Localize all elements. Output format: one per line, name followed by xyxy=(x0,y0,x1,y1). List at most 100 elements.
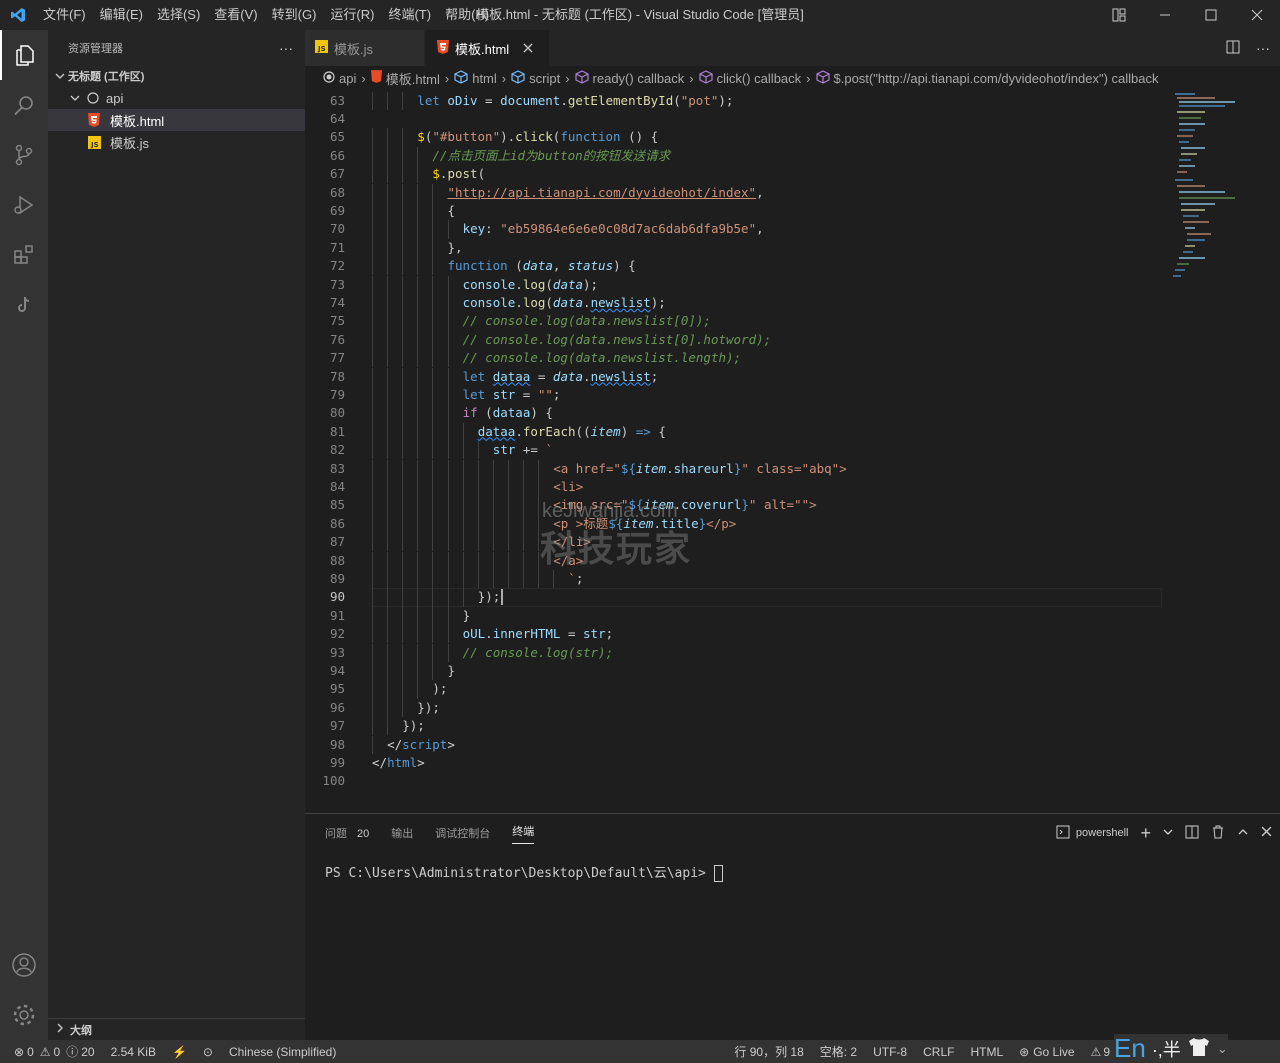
tiktok-icon[interactable] xyxy=(0,280,48,330)
code-line[interactable]: 91} xyxy=(305,607,1165,625)
account-icon[interactable] xyxy=(0,940,48,990)
add-terminal-icon[interactable]: + xyxy=(1140,823,1151,844)
ime-indicator[interactable]: En ·,半 ⌄ xyxy=(1114,1034,1228,1063)
trash-icon[interactable] xyxy=(1211,825,1225,842)
menu-go[interactable]: 转到(G) xyxy=(265,0,324,30)
code-line[interactable]: 77 // console.log(data.newslist.length); xyxy=(305,349,1165,367)
menu-terminal[interactable]: 终端(T) xyxy=(381,0,438,30)
code-line[interactable]: 83 <a href="${item.shareurl}" class="abq"… xyxy=(305,460,1165,478)
code-line[interactable]: 80 if (dataa) { xyxy=(305,404,1165,422)
menu-view[interactable]: 查看(V) xyxy=(207,0,264,30)
outline-section[interactable]: 大纲 xyxy=(48,1018,305,1040)
more-actions-icon[interactable]: ··· xyxy=(279,40,293,56)
code-line[interactable]: 65 $("#button").click(function () { xyxy=(305,128,1165,146)
search-icon[interactable] xyxy=(0,80,48,130)
code-editor[interactable]: 63 let oDiv = document.getElementById("po… xyxy=(305,90,1280,813)
close-window-icon[interactable] xyxy=(1234,0,1280,30)
terminal-name[interactable]: powershell xyxy=(1076,827,1129,839)
layout-toggle-icon[interactable] xyxy=(1096,0,1142,30)
go-live-button[interactable]: ⊛ Go Live xyxy=(1011,1045,1082,1059)
code-line[interactable]: 98 </script> xyxy=(305,736,1165,754)
close-panel-icon[interactable] xyxy=(1261,826,1272,840)
code-line[interactable]: 72 function (data, status) { xyxy=(305,257,1165,275)
extensions-icon[interactable] xyxy=(0,230,48,280)
code-line[interactable]: 96}); xyxy=(305,699,1165,717)
tab-html[interactable]: 模板.html xyxy=(425,30,550,66)
code-line[interactable]: 68 "http://api.tianapi.com/dyvideohot/ind… xyxy=(305,184,1165,202)
code-line[interactable]: 89 `; xyxy=(305,570,1165,588)
indentation[interactable]: 空格: 2 xyxy=(812,1043,865,1060)
run-debug-icon[interactable] xyxy=(0,180,48,230)
code-line[interactable]: 70 key: "eb59864e6e6e0c08d7ac6dab6dfa9b5e… xyxy=(305,220,1165,238)
code-line[interactable]: 95); xyxy=(305,680,1165,698)
tab-debug-console[interactable]: 调试控制台 xyxy=(435,825,490,841)
menu-run[interactable]: 运行(R) xyxy=(323,0,381,30)
code-line[interactable]: 66 //点击页面上id为button的按钮发送请求 xyxy=(305,147,1165,165)
menu-help[interactable]: 帮助(H) xyxy=(438,0,496,30)
broadcast-icon[interactable]: ⊙ xyxy=(195,1045,221,1059)
file-item-html[interactable]: 模板.html xyxy=(48,109,305,131)
code-line[interactable]: 92 oUL.innerHTML = str; xyxy=(305,625,1165,643)
breadcrumb-item[interactable]: api xyxy=(323,71,356,86)
file-item-js[interactable]: JS 模板.js xyxy=(48,131,305,153)
tab-js[interactable]: JS 模板.js xyxy=(305,30,425,66)
code-line[interactable]: 85 <img src="${item.coverurl}" alt=""> xyxy=(305,496,1165,514)
line-ending[interactable]: CRLF xyxy=(915,1045,962,1059)
code-line[interactable]: 79 let str = ""; xyxy=(305,386,1165,404)
code-line[interactable]: 86 <p >标题${item.title}</p> xyxy=(305,515,1165,533)
language-pack[interactable]: Chinese (Simplified) xyxy=(221,1045,344,1059)
code-line[interactable]: 99 </html> xyxy=(305,754,1165,772)
problems-status[interactable]: ⊗ 0 ⚠ 0 ⓘ 20 xyxy=(0,1043,103,1060)
code-line[interactable]: 71}, xyxy=(305,239,1165,257)
code-line[interactable]: 93 // console.log(str); xyxy=(305,644,1165,662)
cursor-position[interactable]: 行 90，列 18 xyxy=(726,1043,811,1060)
code-line[interactable]: 82 str += ` xyxy=(305,441,1165,459)
code-line[interactable]: 81 dataa.forEach((item) => { xyxy=(305,423,1165,441)
code-line[interactable]: 73 console.log(data); xyxy=(305,276,1165,294)
code-line[interactable]: 76 // console.log(data.newslist[0].hotwor… xyxy=(305,331,1165,349)
minimap[interactable] xyxy=(1165,90,1280,290)
code-line[interactable]: 90}); xyxy=(305,588,1165,606)
tab-terminal[interactable]: 终端 xyxy=(512,823,535,844)
breadcrumb-item[interactable]: $.post("http://api.tianapi.com/dyvideoho… xyxy=(815,69,1159,87)
maximize-icon[interactable] xyxy=(1188,0,1234,30)
code-line[interactable]: 88 </a> xyxy=(305,552,1165,570)
settings-gear-icon[interactable] xyxy=(0,990,48,1040)
code-line[interactable]: 69 { xyxy=(305,202,1165,220)
code-line[interactable]: 97}); xyxy=(305,717,1165,735)
tab-problems[interactable]: 问题 20 xyxy=(325,825,369,841)
code-line[interactable]: 63 let oDiv = document.getElementById("po… xyxy=(305,92,1165,110)
menu-selection[interactable]: 选择(S) xyxy=(150,0,207,30)
source-control-icon[interactable] xyxy=(0,130,48,180)
code-line[interactable]: 94} xyxy=(305,662,1165,680)
code-line[interactable]: 100 xyxy=(305,772,1165,790)
code-line[interactable]: 67 $.post( xyxy=(305,165,1165,183)
breadcrumb-item[interactable]: script xyxy=(511,69,560,87)
language-mode[interactable]: HTML xyxy=(962,1045,1011,1059)
split-terminal-icon[interactable] xyxy=(1185,825,1199,842)
code-line[interactable]: 64 xyxy=(305,110,1165,128)
encoding[interactable]: UTF-8 xyxy=(865,1045,915,1059)
chevron-down-icon[interactable] xyxy=(1163,827,1173,840)
menu-edit[interactable]: 编辑(E) xyxy=(93,0,150,30)
terminal-output[interactable]: PS C:\Users\Administrator\Desktop\Defaul… xyxy=(325,862,723,882)
minimize-icon[interactable] xyxy=(1142,0,1188,30)
code-line[interactable]: 75 // console.log(data.newslist[0]); xyxy=(305,312,1165,330)
breadcrumb-item[interactable]: 模板.html xyxy=(370,69,440,88)
breadcrumb-item[interactable]: click() callback xyxy=(699,69,801,87)
folder-api[interactable]: api xyxy=(48,87,305,109)
lightning-icon[interactable]: ⚡ xyxy=(164,1045,195,1059)
more-actions-icon[interactable]: ··· xyxy=(1256,40,1270,56)
code-line[interactable]: 87 </li> xyxy=(305,533,1165,551)
chevron-up-icon[interactable] xyxy=(1237,826,1249,841)
tab-output[interactable]: 输出 xyxy=(391,825,413,841)
breadcrumb-item[interactable]: ready() callback xyxy=(574,69,684,87)
code-line[interactable]: 74 console.log(data.newslist); xyxy=(305,294,1165,312)
split-editor-icon[interactable] xyxy=(1226,40,1240,57)
close-tab-icon[interactable] xyxy=(523,41,533,56)
code-line[interactable]: 78 let dataa = data.newslist; xyxy=(305,368,1165,386)
workspace-header[interactable]: 无标题 (工作区) xyxy=(48,65,305,87)
code-line[interactable]: 84 <li> xyxy=(305,478,1165,496)
breadcrumb-item[interactable]: html xyxy=(454,69,497,87)
menu-file[interactable]: 文件(F) xyxy=(36,0,93,30)
